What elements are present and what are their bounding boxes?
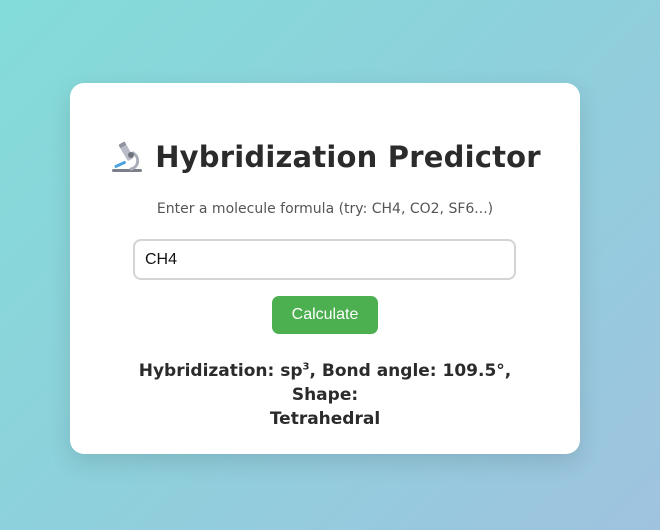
result-text: Hybridization: sp3, Bond angle: 109.5°, … [110, 359, 540, 431]
hybridization-exponent: 3 [302, 361, 310, 373]
microscope-icon [109, 139, 145, 175]
hybridization-label: Hybridization: [138, 361, 281, 381]
formula-input[interactable] [133, 239, 516, 280]
input-wrapper [133, 239, 516, 280]
shape-value: Tetrahedral [269, 409, 381, 429]
hybridization-value: sp [280, 361, 303, 381]
page-title: Hybridization Predictor [155, 140, 541, 174]
calculate-button[interactable]: Calculate [272, 296, 378, 334]
bond-angle-text: , Bond angle: 109.5°, Shape: [291, 361, 512, 405]
header: Hybridization Predictor [70, 139, 580, 175]
instruction-text: Enter a molecule formula (try: CH4, CO2,… [156, 201, 494, 217]
predictor-card: Hybridization Predictor Enter a molecule… [70, 83, 580, 454]
